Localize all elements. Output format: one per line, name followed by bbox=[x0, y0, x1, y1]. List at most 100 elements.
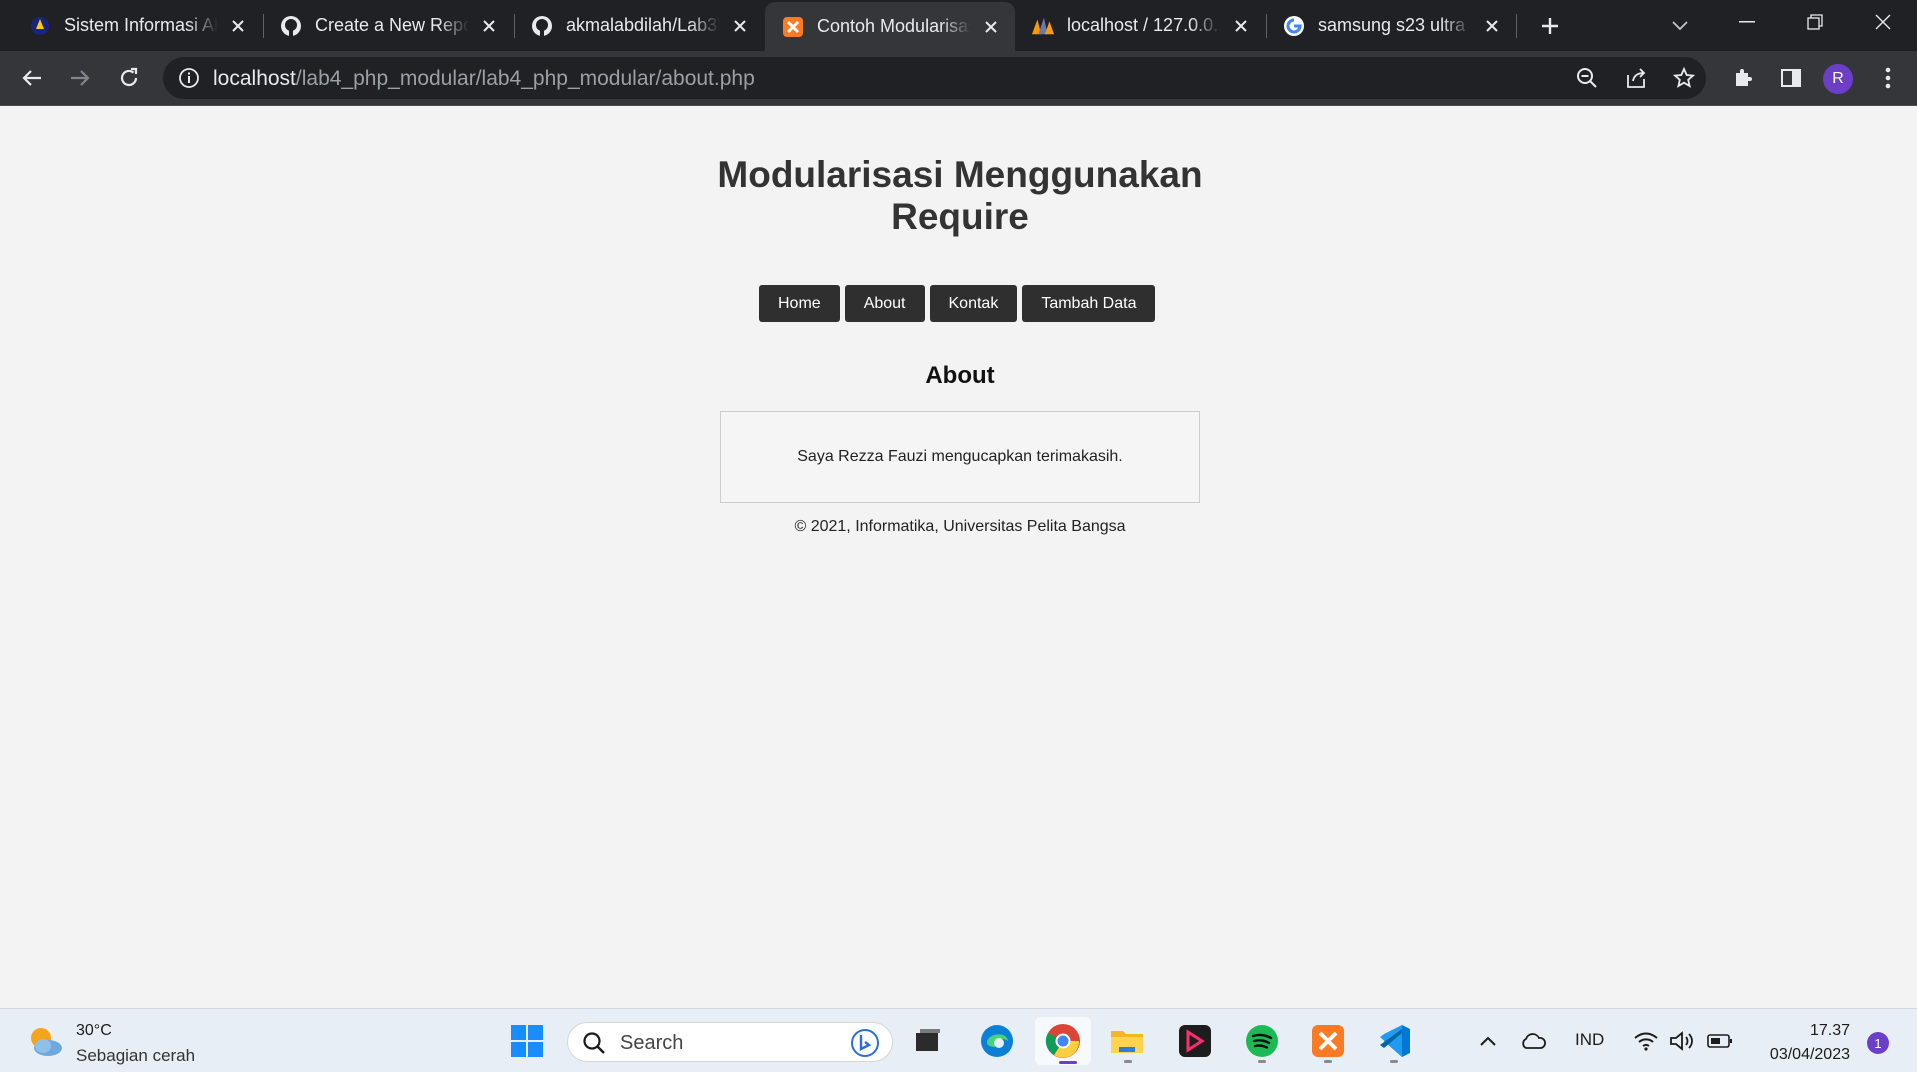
task-view-icon bbox=[916, 1029, 940, 1051]
phpmyadmin-icon bbox=[1031, 14, 1055, 38]
tab-contoh-modularisasi[interactable]: Contoh Modularisasi bbox=[765, 2, 1015, 51]
page-viewport: Modularisasi Menggunakan Require Home Ab… bbox=[0, 106, 1917, 1008]
taskbar-file-explorer[interactable] bbox=[1107, 1021, 1147, 1061]
unpam-logo-icon bbox=[28, 14, 52, 38]
task-view-button[interactable] bbox=[907, 1021, 947, 1061]
partly-sunny-icon[interactable] bbox=[26, 1024, 64, 1058]
main-nav: Home About Kontak Tambah Data bbox=[759, 285, 1156, 322]
weather-temp[interactable]: 30°C bbox=[76, 1022, 112, 1040]
zoom-button[interactable] bbox=[1572, 63, 1602, 93]
minimize-icon bbox=[1739, 21, 1755, 23]
taskbar-app-pink[interactable] bbox=[1175, 1021, 1215, 1061]
url-text[interactable]: localhost/lab4_php_modular/lab4_php_modu… bbox=[213, 67, 755, 91]
edge-icon bbox=[981, 1025, 1013, 1057]
bing-icon bbox=[851, 1029, 879, 1057]
tab-title: Sistem Informasi Akademik bbox=[64, 15, 218, 35]
nav-tambah-data[interactable]: Tambah Data bbox=[1022, 285, 1156, 322]
bookmark-button[interactable] bbox=[1669, 63, 1699, 93]
running-indicator bbox=[1390, 1060, 1398, 1063]
taskbar-xampp[interactable] bbox=[1308, 1021, 1348, 1061]
star-icon bbox=[1673, 67, 1695, 88]
vscode-icon bbox=[1380, 1025, 1410, 1057]
close-window-button[interactable] bbox=[1849, 0, 1917, 44]
language-indicator[interactable]: IND bbox=[1575, 1030, 1604, 1050]
browser-toolbar: localhost/lab4_php_modular/lab4_php_modu… bbox=[0, 51, 1917, 106]
tab-create-repository[interactable]: Create a New Repository bbox=[263, 0, 513, 51]
clock-date[interactable]: 03/04/2023 bbox=[1750, 1046, 1850, 1064]
side-panel-icon bbox=[1781, 69, 1801, 87]
show-hidden-icons-button[interactable] bbox=[1476, 1029, 1500, 1053]
battery-button[interactable] bbox=[1706, 1029, 1734, 1053]
volume-button[interactable] bbox=[1669, 1029, 1695, 1053]
taskbar-vscode[interactable] bbox=[1374, 1021, 1414, 1061]
clock-time[interactable]: 17.37 bbox=[1780, 1022, 1850, 1040]
minimize-button[interactable] bbox=[1713, 0, 1781, 44]
taskbar: 30°C Sebagian cerah Search IND 17.37 03/… bbox=[0, 1008, 1917, 1072]
wifi-button[interactable] bbox=[1633, 1029, 1659, 1053]
tab-strip: Sistem Informasi Akademik Create a New R… bbox=[0, 0, 1917, 51]
plus-icon bbox=[1542, 18, 1558, 34]
close-icon[interactable] bbox=[1227, 12, 1255, 40]
url-path: /lab4_php_modular/lab4_php_modular/about… bbox=[295, 67, 755, 90]
running-indicator bbox=[1124, 1060, 1132, 1063]
volume-icon bbox=[1670, 1031, 1693, 1051]
folder-icon bbox=[1111, 1031, 1143, 1053]
tab-title: localhost / 127.0.0.1 bbox=[1067, 15, 1221, 35]
tab-akmalabdilah-lab3web[interactable]: akmalabdilah/Lab3Web bbox=[514, 0, 764, 51]
nav-kontak[interactable]: Kontak bbox=[929, 285, 1018, 322]
profile-avatar[interactable]: R bbox=[1823, 64, 1853, 94]
close-icon[interactable] bbox=[1478, 12, 1506, 40]
tab-title: samsung s23 ultra bbox=[1318, 15, 1466, 35]
weather-desc[interactable]: Sebagian cerah bbox=[76, 1046, 195, 1066]
more-vert-icon bbox=[1885, 67, 1891, 89]
running-indicator bbox=[1324, 1060, 1332, 1063]
search-icon bbox=[583, 1032, 605, 1054]
new-tab-button[interactable] bbox=[1532, 8, 1568, 44]
taskbar-edge[interactable] bbox=[977, 1021, 1017, 1061]
xampp-icon bbox=[781, 15, 805, 39]
tab-sistem-informasi[interactable]: Sistem Informasi Akademik bbox=[12, 0, 262, 51]
taskbar-spotify[interactable] bbox=[1242, 1021, 1282, 1061]
running-indicator bbox=[1258, 1060, 1266, 1063]
page-footer: © 2021, Informatika, Universitas Pelita … bbox=[794, 518, 1126, 535]
tab-search-button[interactable] bbox=[1662, 8, 1698, 44]
close-icon[interactable] bbox=[224, 12, 252, 40]
close-icon[interactable] bbox=[977, 13, 1005, 41]
arrow-left-icon bbox=[22, 70, 41, 86]
close-icon[interactable] bbox=[726, 12, 754, 40]
forward-button[interactable] bbox=[62, 60, 98, 96]
close-icon[interactable] bbox=[475, 12, 503, 40]
windows-logo-icon bbox=[511, 1025, 543, 1057]
onedrive-button[interactable] bbox=[1518, 1029, 1548, 1053]
restore-button[interactable] bbox=[1781, 0, 1849, 44]
extensions-button[interactable] bbox=[1725, 60, 1761, 96]
taskbar-chrome[interactable] bbox=[1035, 1017, 1091, 1065]
google-icon bbox=[1282, 14, 1306, 38]
chevron-down-icon bbox=[1672, 21, 1688, 31]
notification-badge[interactable]: 1 bbox=[1867, 1032, 1889, 1054]
battery-icon bbox=[1707, 1034, 1732, 1048]
tab-separator bbox=[1516, 14, 1517, 38]
about-text: Saya Rezza Fauzi mengucapkan terimakasih… bbox=[797, 448, 1123, 465]
tab-phpmyadmin[interactable]: localhost / 127.0.0.1 bbox=[1015, 0, 1265, 51]
chrome-icon bbox=[1045, 1024, 1080, 1058]
media-app-icon bbox=[1179, 1025, 1211, 1057]
tab-google-search[interactable]: samsung s23 ultra bbox=[1266, 0, 1516, 51]
side-panel-button[interactable] bbox=[1773, 60, 1809, 96]
back-button[interactable] bbox=[14, 60, 50, 96]
start-button[interactable] bbox=[507, 1021, 547, 1061]
reload-button[interactable] bbox=[111, 60, 147, 96]
share-button[interactable] bbox=[1621, 63, 1651, 93]
nav-about[interactable]: About bbox=[844, 285, 925, 322]
restore-icon bbox=[1807, 14, 1823, 30]
nav-home[interactable]: Home bbox=[759, 285, 840, 322]
section-title: About bbox=[925, 362, 995, 389]
wifi-icon bbox=[1634, 1032, 1658, 1051]
share-icon bbox=[1627, 68, 1646, 88]
taskbar-search[interactable]: Search bbox=[567, 1022, 893, 1062]
tab-title: Create a New Repository bbox=[315, 15, 469, 35]
info-icon[interactable] bbox=[177, 66, 201, 90]
menu-button[interactable] bbox=[1870, 60, 1906, 96]
github-icon bbox=[530, 14, 554, 38]
address-bar[interactable]: localhost/lab4_php_modular/lab4_php_modu… bbox=[163, 57, 1706, 99]
